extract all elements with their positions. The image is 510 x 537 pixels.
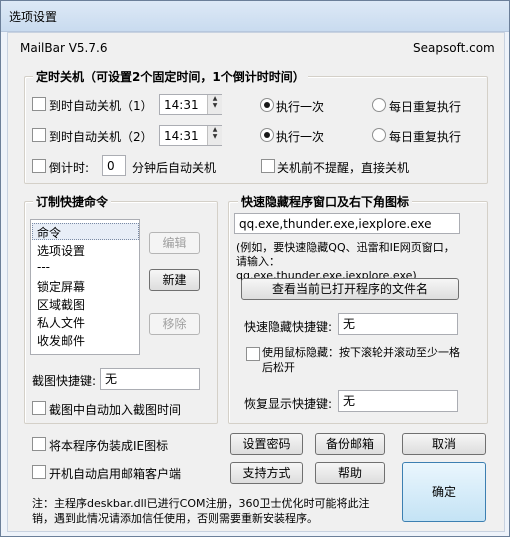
shutdown2-time-spinner[interactable]: ▲ ▼ [207, 126, 222, 145]
ie-icon-label: 将本程序伪装成IE图标 [49, 439, 169, 453]
new-command-button[interactable]: 新建 [149, 269, 200, 291]
shutdown2-label: 到时自动关机（2） [49, 130, 153, 144]
shutdown1-once-label: 执行一次 [276, 100, 325, 114]
shutdown2-daily-label: 每日重复执行 [389, 130, 462, 144]
ie-icon-checkbox[interactable] [32, 437, 46, 451]
mouse-hide-checkbox[interactable] [246, 347, 260, 361]
view-open-programs-button[interactable]: 查看当前已打开程序的文件名 [241, 278, 459, 300]
options-window: 选项设置 MailBar V5.7.6 Seapsoft.com 定时关机（可设… [0, 0, 510, 537]
shutdown1-once-radio[interactable] [260, 98, 274, 112]
shutdown2-daily-radio[interactable] [372, 128, 386, 142]
autostart-label: 开机自动启用邮箱客户端 [49, 467, 182, 481]
list-item[interactable]: 私人文件 [37, 314, 85, 331]
remove-command-button[interactable]: 移除 [149, 313, 200, 335]
restore-hotkey-input[interactable]: 无 [338, 390, 458, 412]
commands-group-title: 订制快捷命令 [33, 193, 112, 210]
screenshot-hotkey-label: 截图快捷键: [32, 374, 97, 388]
screenshot-time-label: 截图中自动加入截图时间 [49, 403, 182, 417]
cancel-button[interactable]: 取消 [402, 433, 486, 455]
help-button[interactable]: 帮助 [315, 462, 385, 484]
shutdown1-label: 到时自动关机（1） [49, 99, 153, 113]
support-button[interactable]: 支持方式 [230, 462, 303, 484]
set-password-button[interactable]: 设置密码 [230, 433, 303, 455]
shutdown1-checkbox[interactable] [32, 97, 46, 111]
site-link[interactable]: Seapsoft.com [413, 41, 495, 55]
hide-group-title: 快速隐藏程序窗口及右下角图标 [238, 193, 413, 210]
list-item[interactable]: 选项设置 [37, 242, 85, 259]
autostart-checkbox[interactable] [32, 465, 46, 479]
screenshot-time-checkbox[interactable] [32, 401, 46, 415]
list-item[interactable]: 区域截图 [37, 296, 85, 313]
shutdown2-once-label: 执行一次 [276, 130, 325, 144]
shutdown1-daily-radio[interactable] [372, 98, 386, 112]
window-title: 选项设置 [9, 10, 58, 24]
commands-list[interactable]: 命令 选项设置 --- 锁定屏幕 区域截图 私人文件 收发邮件 [30, 219, 140, 355]
ok-button[interactable]: 确定 [402, 462, 486, 522]
app-version: MailBar V5.7.6 [20, 41, 108, 55]
shutdown-group-title: 定时关机（可设置2个固定时间，1个倒计时时间） [33, 68, 308, 85]
hide-hotkey-label: 快速隐藏快捷键: [244, 320, 333, 334]
countdown-minutes-input[interactable]: 0 [102, 155, 126, 176]
shutdown1-daily-label: 每日重复执行 [389, 100, 462, 114]
shutdown2-checkbox[interactable] [32, 128, 46, 142]
list-item[interactable]: --- [37, 260, 50, 274]
shutdown2-once-radio[interactable] [260, 128, 274, 142]
restore-hotkey-label: 恢复显示快捷键: [244, 397, 333, 411]
list-item[interactable]: 锁定屏幕 [37, 278, 85, 295]
com-registration-note: 注：主程序deskbar.dll已进行COM注册，360卫士优化时可能将此注销，… [32, 497, 370, 525]
edit-command-button[interactable]: 编辑 [149, 232, 200, 254]
countdown-label: 倒计时: [49, 161, 90, 175]
countdown-suffix: 分钟后自动关机 [132, 161, 217, 175]
hide-programs-input[interactable]: qq.exe,thunder.exe,iexplore.exe [234, 213, 460, 234]
hide-hotkey-input[interactable]: 无 [338, 313, 458, 335]
dialog-body: MailBar V5.7.6 Seapsoft.com 定时关机（可设置2个固定… [7, 32, 505, 532]
countdown-checkbox[interactable] [32, 159, 46, 173]
no-prompt-label: 关机前不提醒，直接关机 [277, 161, 410, 175]
screenshot-hotkey-input[interactable]: 无 [100, 368, 200, 390]
list-item[interactable]: 收发邮件 [37, 332, 85, 349]
title-bar[interactable]: 选项设置 [1, 1, 509, 32]
shutdown1-time-spinner[interactable]: ▲ ▼ [207, 95, 222, 114]
mouse-hide-label: 使用鼠标隐藏：按下滚轮并滚动至少一格后松开 [262, 346, 460, 374]
no-prompt-checkbox[interactable] [261, 159, 275, 173]
hide-example-hint: (例如，要快速隐藏QQ、迅雷和IE网页窗口，请输入：qq.exe,thunder… [236, 241, 455, 282]
backup-mail-button[interactable]: 备份邮箱 [315, 433, 385, 455]
list-item[interactable]: 命令 [37, 224, 61, 241]
